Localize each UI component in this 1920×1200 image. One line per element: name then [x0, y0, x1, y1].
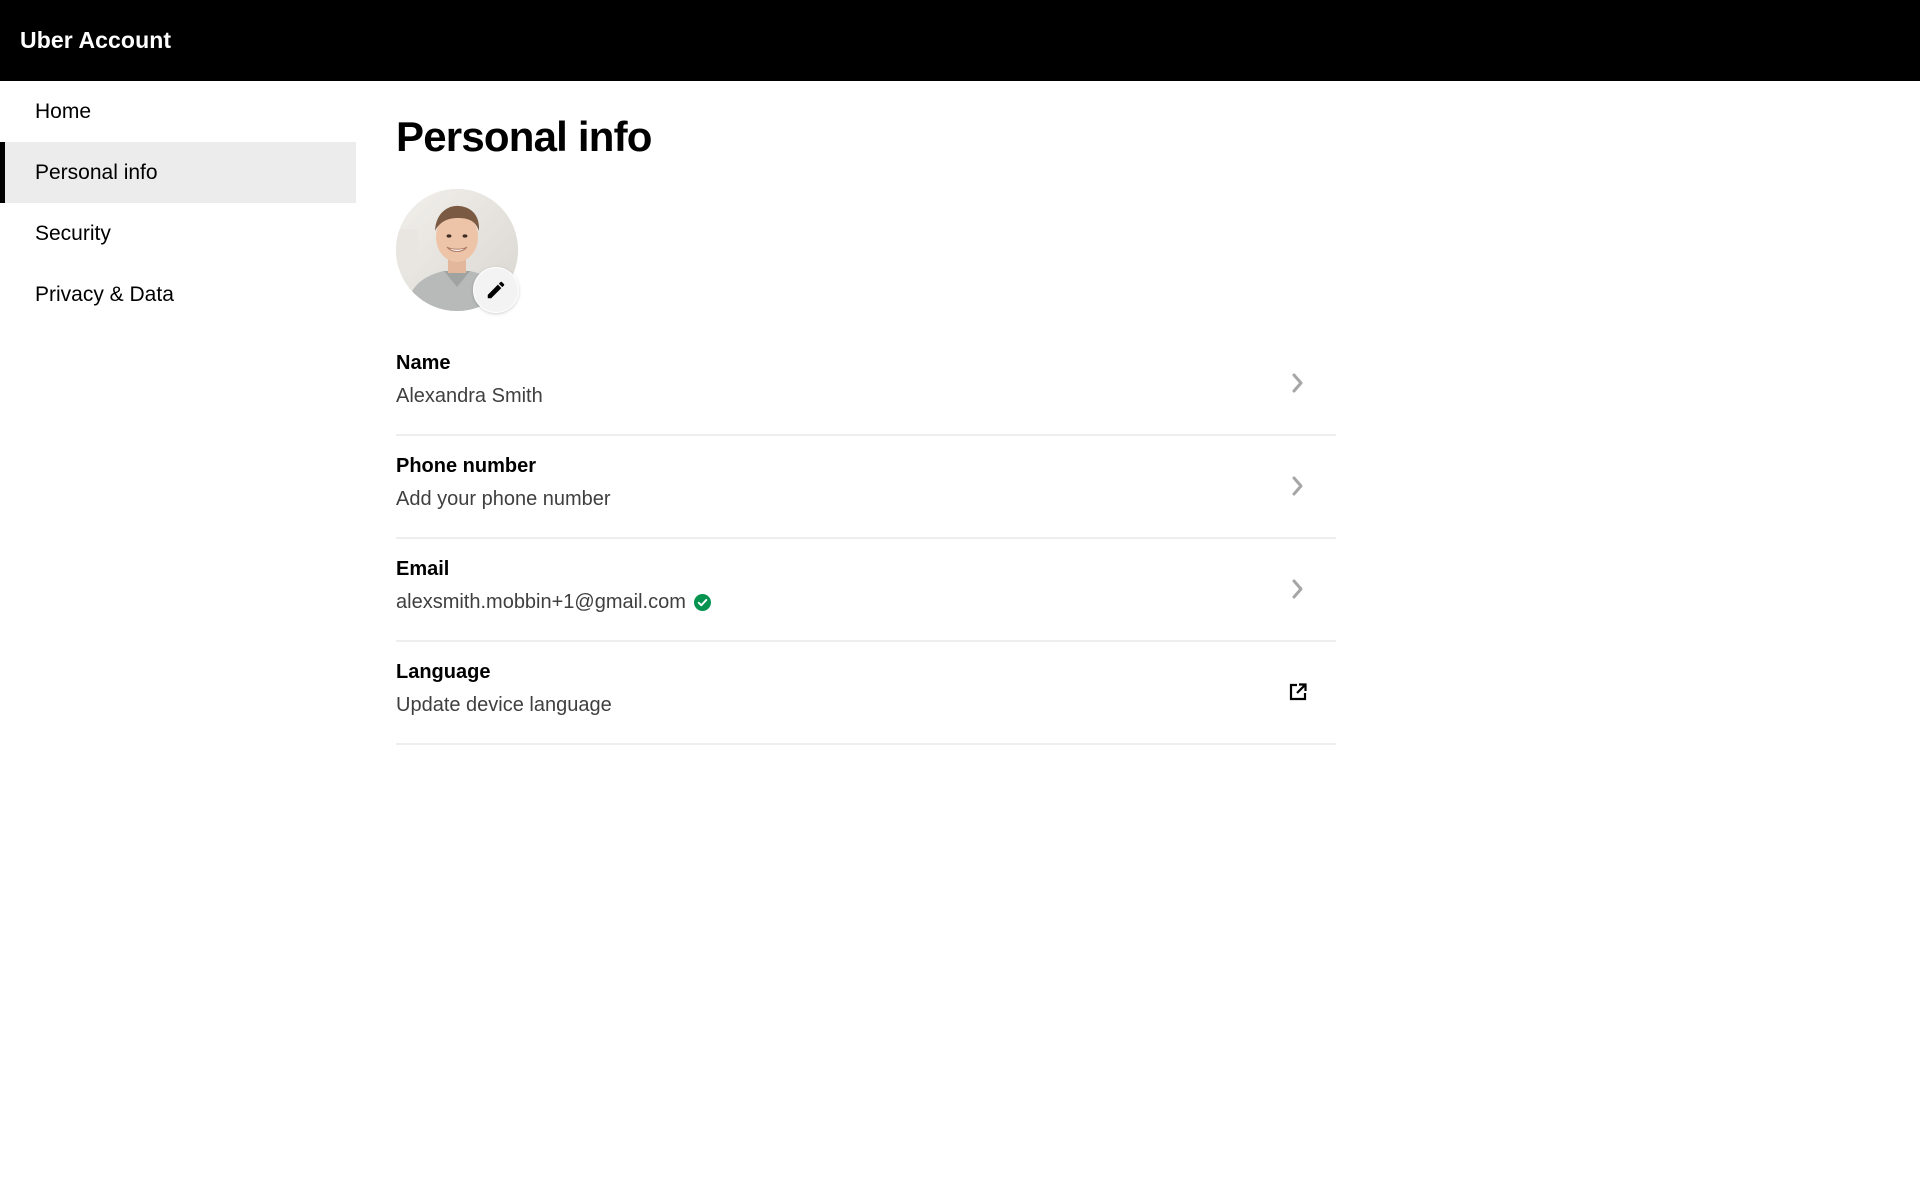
- email-row[interactable]: Email alexsmith.mobbin+1@gmail.com: [396, 539, 1336, 642]
- app-title[interactable]: Uber Account: [20, 27, 171, 54]
- sidebar-item-privacy-data[interactable]: Privacy & Data: [0, 264, 356, 325]
- email-value: alexsmith.mobbin+1@gmail.com: [396, 591, 711, 614]
- top-bar: Uber Account: [0, 0, 1920, 81]
- pencil-icon: [487, 281, 505, 299]
- language-label: Language: [396, 661, 491, 683]
- phone-number-label: Phone number: [396, 455, 537, 477]
- sidebar-item-label: Personal info: [35, 160, 158, 184]
- personal-info-list: Name Alexandra Smith Phone number Add yo…: [396, 333, 1336, 745]
- edit-avatar-button[interactable]: [473, 267, 519, 313]
- phone-number-row[interactable]: Phone number Add your phone number: [396, 436, 1336, 539]
- email-value-text: alexsmith.mobbin+1@gmail.com: [396, 591, 686, 613]
- sidebar-item-personal-info[interactable]: Personal info: [0, 142, 356, 203]
- language-row[interactable]: Language Update device language: [396, 642, 1336, 745]
- name-row[interactable]: Name Alexandra Smith: [396, 333, 1336, 436]
- phone-number-value: Add your phone number: [396, 488, 611, 511]
- sidebar-item-security[interactable]: Security: [0, 203, 356, 264]
- chevron-right-icon[interactable]: [1286, 577, 1310, 601]
- verified-check-icon: [693, 594, 711, 611]
- chevron-right-icon[interactable]: [1286, 371, 1310, 395]
- sidebar-item-home[interactable]: Home: [0, 81, 356, 142]
- name-label: Name: [396, 352, 451, 374]
- chevron-right-icon[interactable]: [1286, 474, 1310, 498]
- phone-number-value-text: Add your phone number: [396, 488, 611, 510]
- external-link-icon[interactable]: [1286, 680, 1310, 704]
- language-value: Update device language: [396, 694, 612, 717]
- page-title: Personal info: [396, 113, 652, 160]
- name-value: Alexandra Smith: [396, 385, 543, 408]
- avatar-section: [396, 189, 520, 313]
- sidebar-item-label: Security: [35, 221, 111, 245]
- sidebar: Home Personal info Security Privacy & Da…: [0, 81, 356, 325]
- language-value-text: Update device language: [396, 694, 612, 716]
- sidebar-item-label: Privacy & Data: [35, 282, 174, 306]
- email-label: Email: [396, 558, 450, 580]
- name-value-text: Alexandra Smith: [396, 385, 543, 407]
- sidebar-item-label: Home: [35, 99, 92, 123]
